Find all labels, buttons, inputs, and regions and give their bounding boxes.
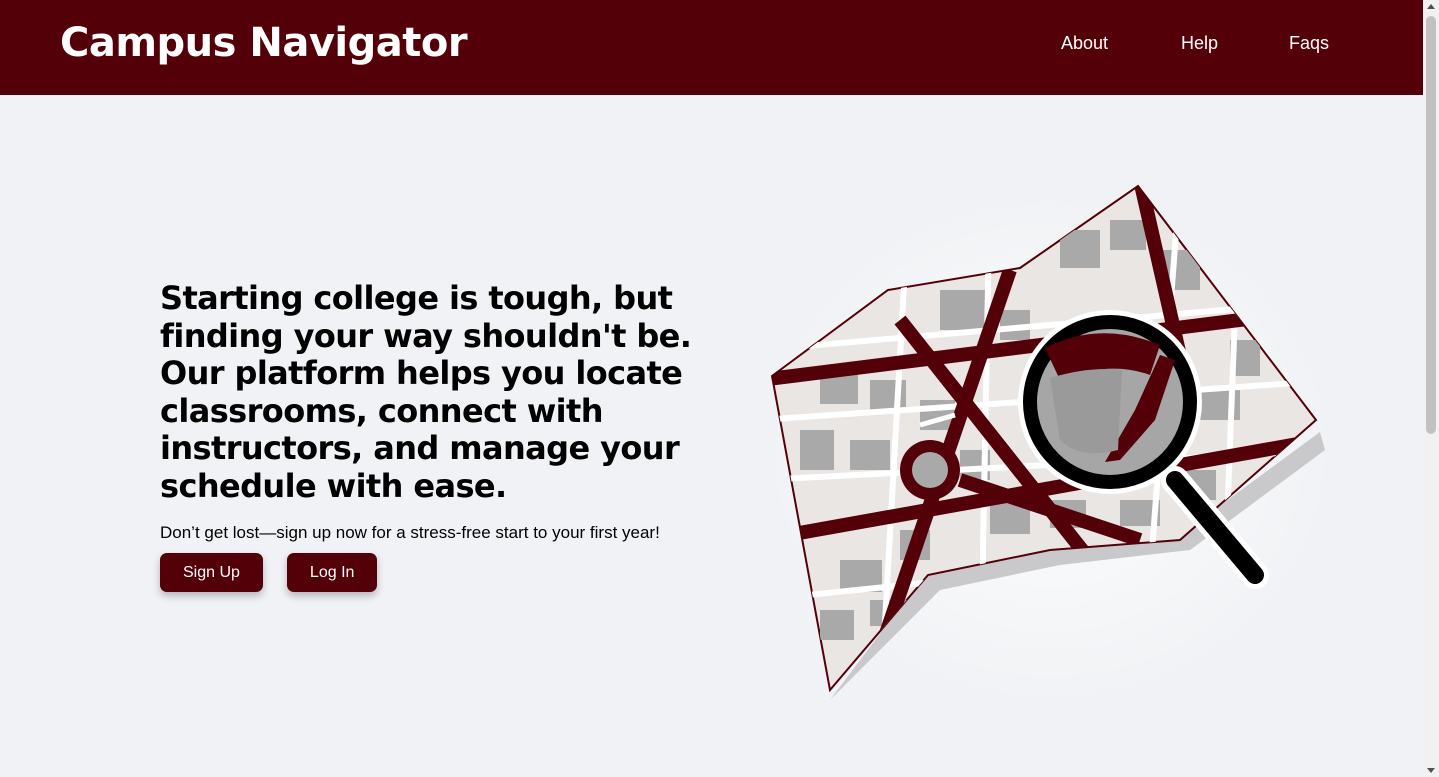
hero-headline: Starting college is tough, but finding y… [160, 279, 692, 505]
nav-link-help[interactable]: Help [1181, 33, 1218, 54]
page-scrollbar[interactable] [1423, 0, 1439, 777]
sign-up-button[interactable]: Sign Up [160, 553, 263, 592]
map-illustration [760, 180, 1340, 714]
brand-logo[interactable]: Campus Navigator [60, 20, 468, 66]
hero-subline: Don’t get lost—sign up now for a stress-… [160, 523, 660, 542]
scroll-down-icon[interactable] [1427, 768, 1435, 773]
hero-section: Starting college is tough, but finding y… [160, 279, 700, 592]
scroll-up-icon[interactable] [1427, 4, 1435, 9]
scrollbar-thumb[interactable] [1426, 16, 1436, 434]
nav-link-about[interactable]: About [1061, 33, 1108, 54]
map-with-magnifying-glass-icon [760, 184, 1340, 710]
log-in-button[interactable]: Log In [286, 553, 378, 592]
top-navbar: Campus Navigator About Help Faqs [0, 0, 1423, 95]
nav-link-faqs[interactable]: Faqs [1289, 33, 1329, 54]
hero-actions: Sign Up Log In [160, 553, 700, 592]
